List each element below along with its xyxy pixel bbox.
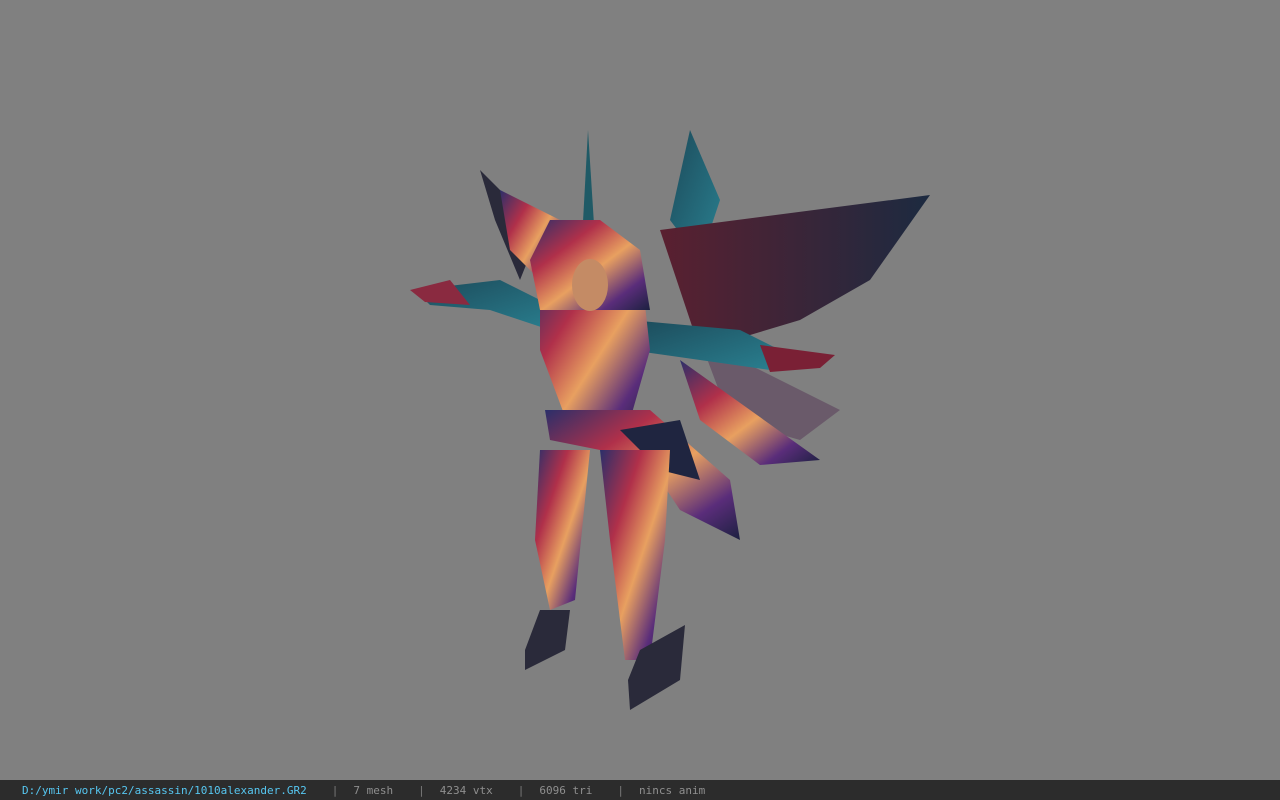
character-model (410, 130, 930, 710)
separator: | (517, 783, 525, 797)
file-path: D:/ymir work/pc2/assassin/1010alexander.… (22, 783, 307, 797)
separator: | (617, 783, 624, 797)
head (572, 259, 608, 311)
mesh-count: 7 mesh (353, 783, 394, 797)
triangle-count: 6096 tri (539, 783, 593, 797)
separator: | (331, 783, 339, 797)
model-viewport[interactable] (0, 0, 1280, 780)
leg-right (600, 450, 670, 660)
anim-status: nincs anim (639, 783, 706, 797)
separator: | (418, 783, 425, 797)
vertex-count: 4234 vtx (439, 783, 493, 797)
status-bar: D:/ymir work/pc2/assassin/1010alexander.… (0, 780, 1280, 800)
leg-left (535, 450, 590, 610)
